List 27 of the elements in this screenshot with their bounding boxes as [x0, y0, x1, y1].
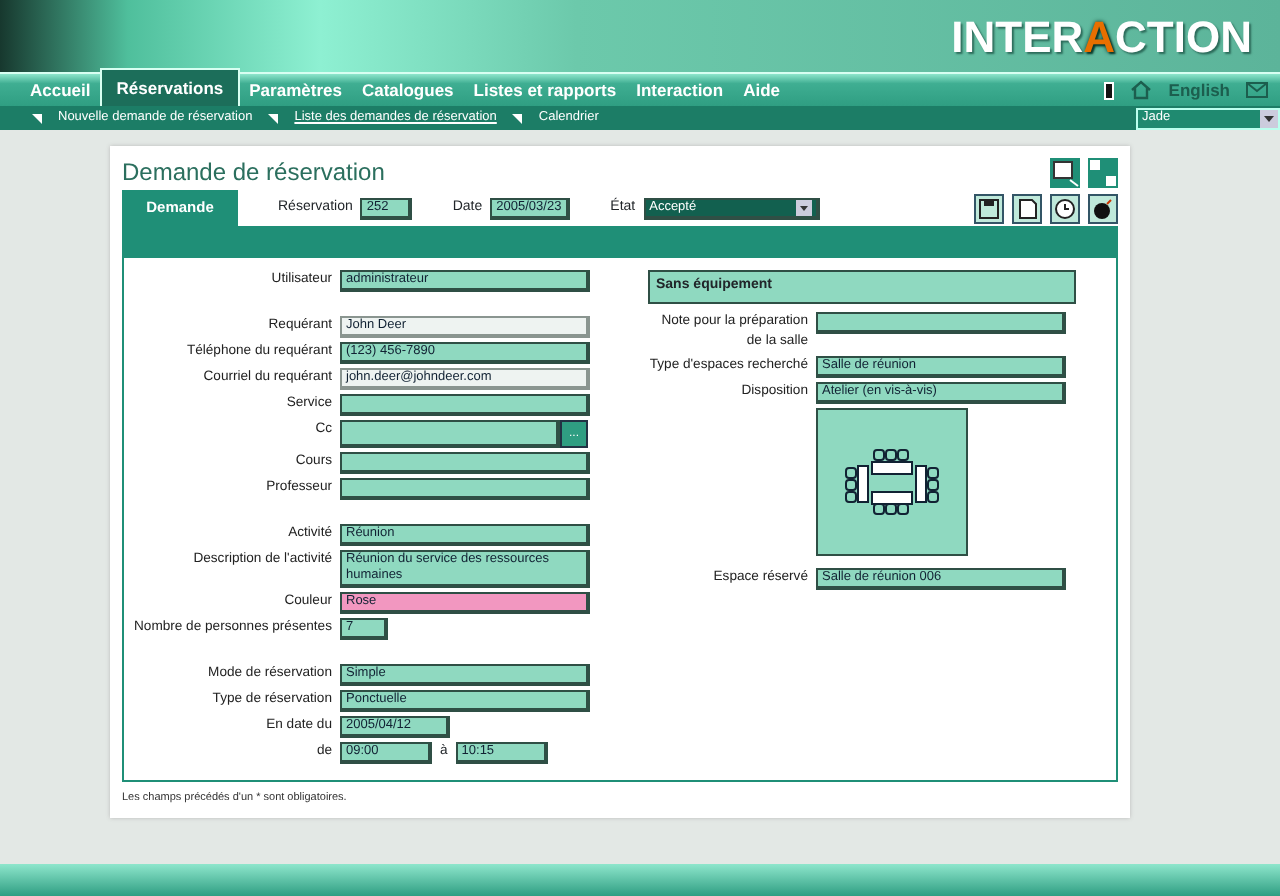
bullet-icon [268, 113, 279, 123]
input-field[interactable] [340, 452, 590, 474]
bullet-icon [32, 113, 42, 123]
input-field[interactable] [340, 478, 590, 500]
device-icon[interactable] [1104, 81, 1115, 99]
input-field[interactable] [340, 420, 560, 448]
caret-icon [795, 199, 812, 215]
save-icon [976, 195, 1002, 221]
document-button[interactable] [1012, 193, 1042, 223]
window-icon[interactable] [1050, 157, 1080, 187]
input-field[interactable] [340, 394, 590, 416]
page-title: Demande de réservation [122, 156, 385, 190]
logo: INTERACTION [951, 9, 1252, 65]
bomb-icon [1090, 195, 1116, 221]
clock-button[interactable] [1050, 193, 1080, 223]
mail-icon[interactable] [1246, 82, 1268, 98]
clock-icon [1052, 195, 1078, 221]
seating-layout-drawing [844, 447, 940, 515]
bullet-icon [512, 113, 523, 123]
menu-tab[interactable]: Réservations [100, 68, 240, 106]
document-icon [1014, 195, 1040, 221]
home-icon[interactable] [1130, 80, 1153, 100]
input-field[interactable] [816, 311, 1066, 333]
save-button[interactable] [974, 193, 1004, 223]
bomb-button[interactable] [1088, 193, 1118, 223]
caret-icon [1260, 109, 1278, 127]
expand-icon[interactable] [1088, 157, 1118, 187]
